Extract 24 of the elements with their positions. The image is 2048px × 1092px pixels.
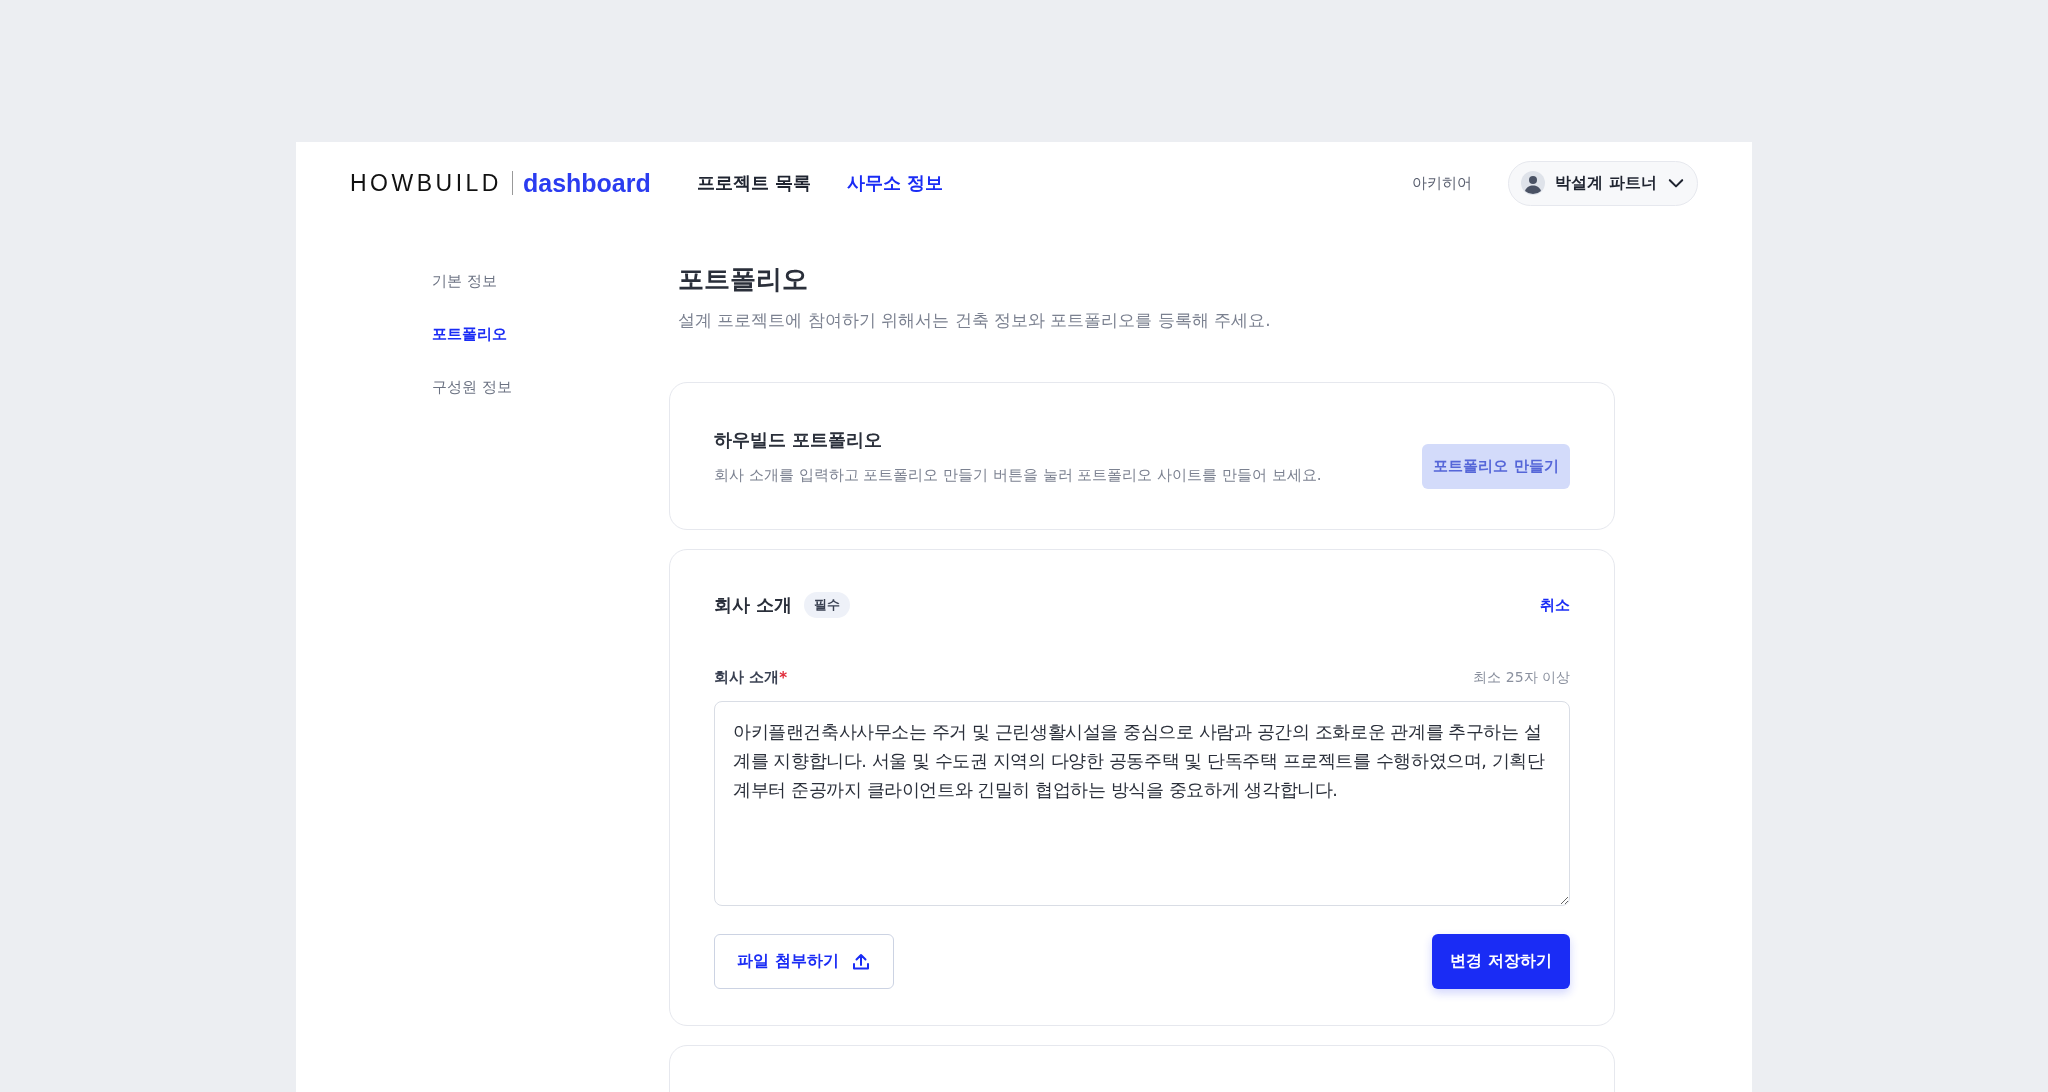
avatar-icon	[1521, 171, 1546, 195]
save-changes-button[interactable]: 변경 저장하기	[1432, 934, 1570, 989]
required-badge: 필수	[804, 592, 851, 618]
page-subtitle: 설계 프로젝트에 참여하기 위해서는 건축 정보와 포트폴리오를 등록해 주세요.	[678, 309, 1272, 332]
page-title: 포트폴리오	[678, 263, 809, 296]
sidebar-item[interactable]: 기본 정보	[432, 272, 676, 291]
nav-link[interactable]: 사무소 정보	[847, 171, 944, 195]
card-title: 하우빌드 포트폴리오	[714, 427, 884, 452]
cancel-link[interactable]: 취소	[1540, 595, 1570, 615]
office-name: 아키히어	[1412, 173, 1473, 193]
required-mark: *	[779, 668, 788, 687]
user-menu-button[interactable]: 박설계 파트너	[1508, 160, 1698, 206]
logo-subtitle: dashboard	[522, 168, 651, 198]
field-hint: 최소 25자 이상	[1473, 668, 1570, 687]
card-description: 회사 소개를 입력하고 포트폴리오 만들기 버튼을 눌러 포트폴리오 사이트를 만들어 보세요.	[714, 465, 1323, 485]
nav-link[interactable]: 프로젝트 목록	[696, 171, 812, 195]
logo-wordmark: HOWBUILD	[350, 169, 502, 197]
company-intro-textarea[interactable]: 아키플랜건축사사무소는 주거 및 근린생활시설을 중심으로 사람과 공간의 조화로운 관계를 추구하는 설계를 지향합니다. 서울 및 수도권 지역의 다양한 공동주택 및 단독주택 프로젝트를 수행하였으며, 기획단계부터 준공까지 클라이언트와 긴밀히 협업하는 방식을 중요하게 생각합니다.	[714, 701, 1570, 906]
sidebar-item[interactable]: 구성원 정보	[432, 378, 676, 397]
attach-file-button[interactable]: 파일 첨부하기	[714, 934, 894, 989]
card-title: 회사 소개	[714, 593, 793, 617]
sidebar-item[interactable]: 포트폴리오	[432, 325, 676, 344]
upload-icon	[850, 951, 871, 972]
field-label: 회사 소개	[714, 668, 780, 687]
